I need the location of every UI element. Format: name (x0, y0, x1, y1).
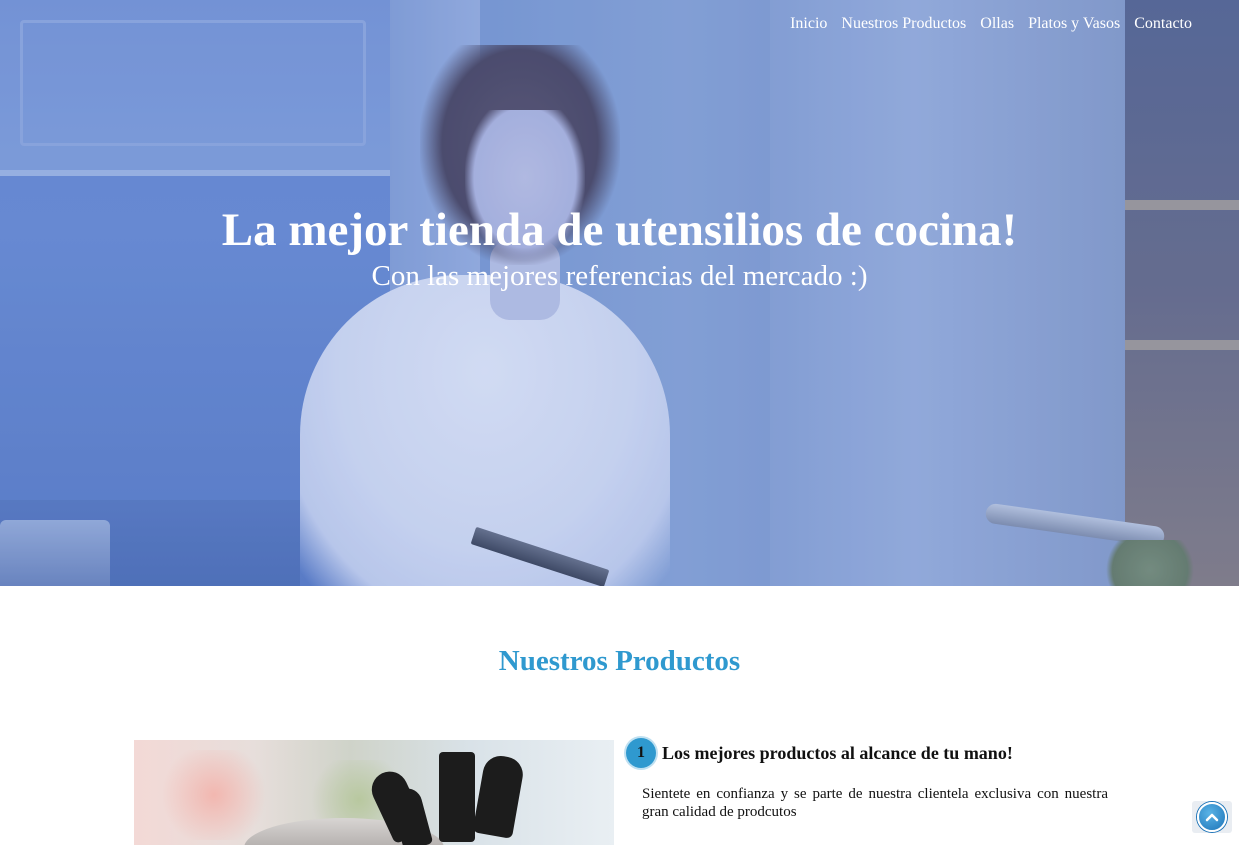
image-utensil (472, 753, 526, 839)
nav-item-nuestros-productos[interactable]: Nuestros Productos (841, 15, 966, 33)
products-image (134, 740, 614, 845)
feature-title: Los mejores productos al alcance de tu m… (662, 742, 1013, 763)
feature-item: 1 Los mejores productos al alcance de tu… (626, 738, 1108, 821)
image-blur-shape (154, 750, 274, 840)
nav-item-ollas[interactable]: Ollas (980, 15, 1014, 33)
feature-header: 1 Los mejores productos al alcance de tu… (626, 738, 1108, 768)
chevron-up-circle-icon (1197, 802, 1227, 832)
hero-color-overlay (0, 0, 1239, 586)
nav-item-inicio[interactable]: Inicio (790, 15, 827, 33)
products-section-title: Nuestros Productos (498, 645, 741, 677)
hero-subtitle: Con las mejores referencias del mercado … (371, 260, 868, 292)
image-utensil (439, 752, 475, 842)
chevron-up-icon (1205, 813, 1219, 822)
scroll-to-top-button[interactable] (1192, 801, 1232, 833)
nav-item-platos-y-vasos[interactable]: Platos y Vasos (1028, 15, 1120, 33)
feature-description: Sientete en confianza y se parte de nues… (642, 786, 1108, 820)
nav-item-contacto[interactable]: Contacto (1134, 15, 1192, 33)
hero-title: La mejor tienda de utensilios de cocina! (221, 204, 1018, 256)
feature-number-badge: 1 (626, 738, 656, 768)
main-navigation: Inicio Nuestros Productos Ollas Platos y… (790, 15, 1192, 33)
hero-banner: Inicio Nuestros Productos Ollas Platos y… (0, 0, 1239, 586)
